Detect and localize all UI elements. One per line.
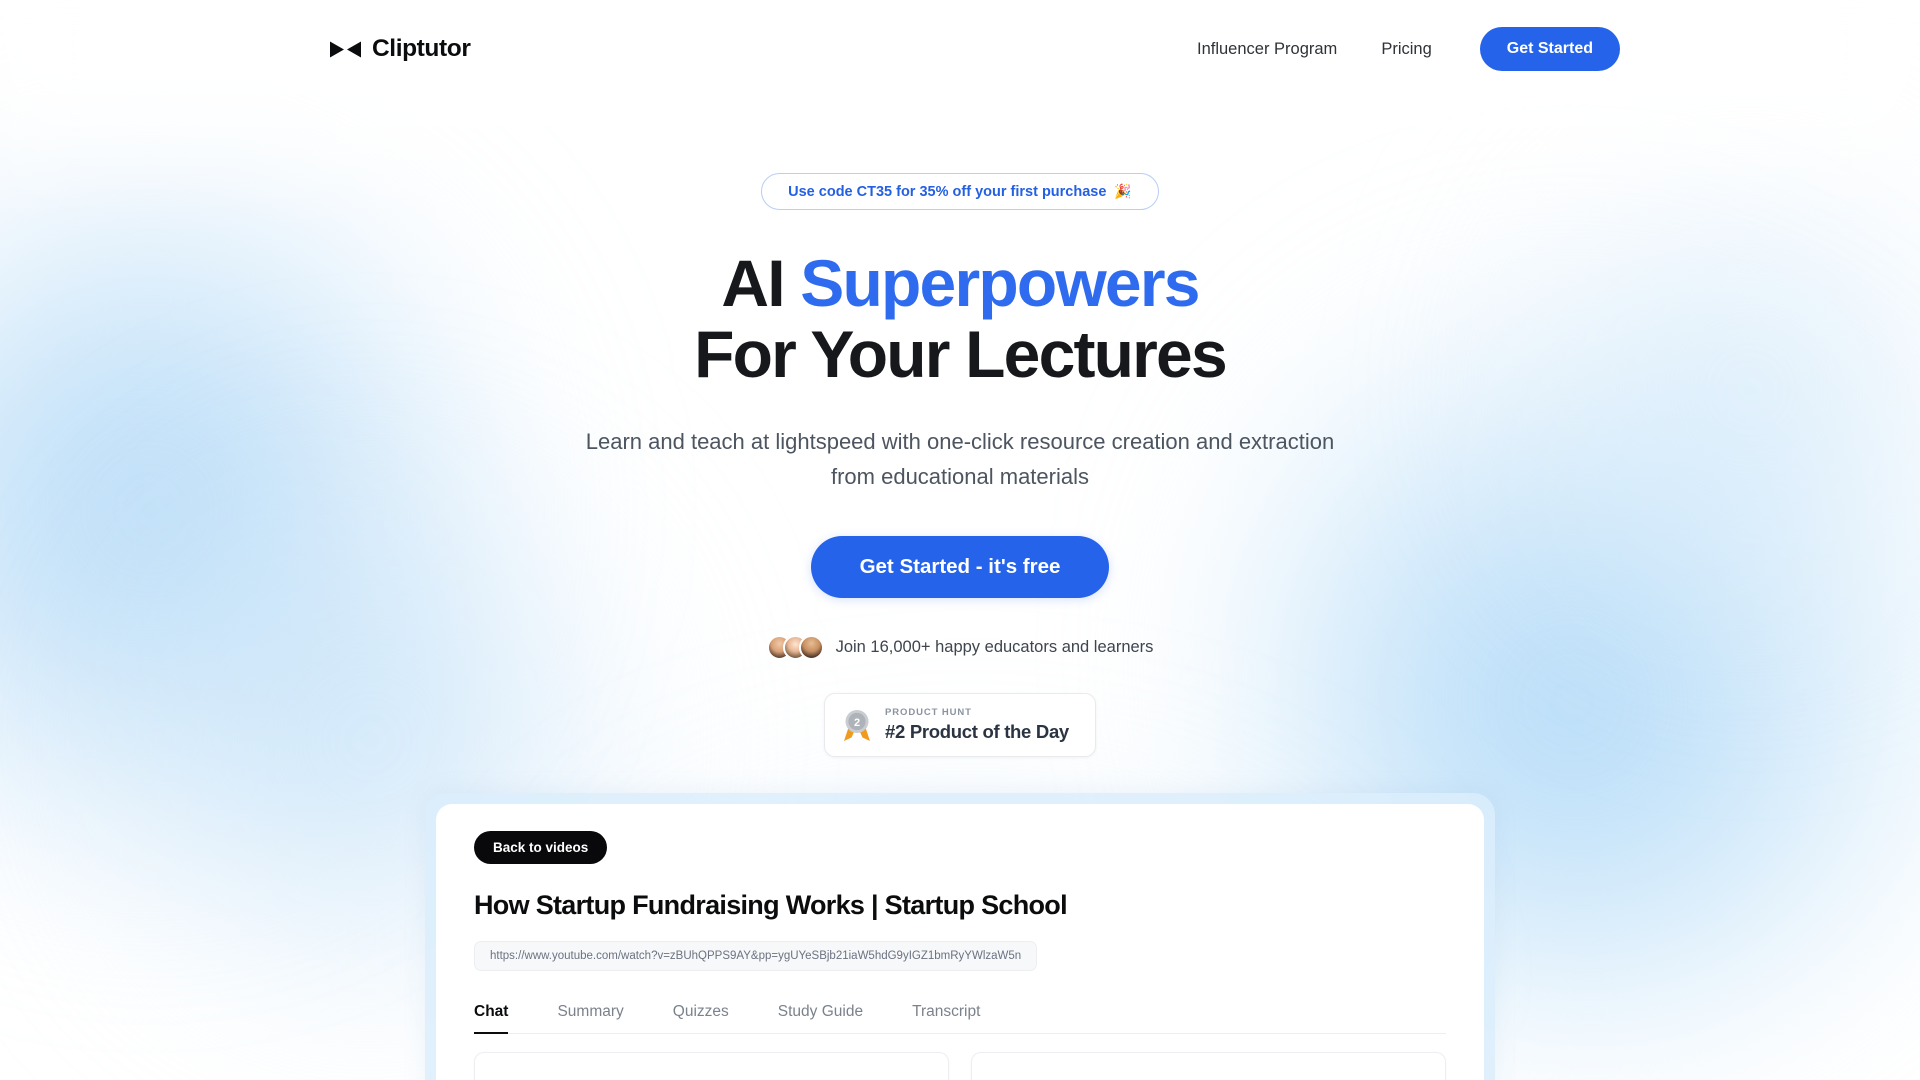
tab-summary[interactable]: Summary (557, 1003, 623, 1034)
avatar (798, 635, 824, 661)
product-hunt-text: PRODUCT HUNT #2 Product of the Day (885, 707, 1069, 743)
product-hunt-badge[interactable]: 2 PRODUCT HUNT #2 Product of the Day (824, 693, 1096, 758)
social-proof-text: Join 16,000+ happy educators and learner… (835, 638, 1154, 657)
tab-transcript[interactable]: Transcript (912, 1003, 980, 1034)
chat-panel-left[interactable] (474, 1052, 949, 1080)
headline-line1-plain: AI (721, 246, 801, 320)
headline-line1-accent: Superpowers (800, 246, 1200, 320)
hero-subheadline: Learn and teach at lightspeed with one-c… (585, 429, 1335, 489)
page-title: AI Superpowers For Your Lectures (694, 246, 1228, 391)
tab-chat[interactable]: Chat (474, 1003, 509, 1034)
preview-content-panels (474, 1052, 1446, 1080)
headline-line2: For Your Lectures (694, 316, 1228, 391)
app-preview-frame: Back to videos How Startup Fundraising W… (425, 793, 1495, 1080)
product-hunt-kicker: PRODUCT HUNT (885, 707, 972, 719)
landing-page: Cliptutor Influencer Program Pricing Get… (0, 0, 1920, 1080)
hero-section: Use code CT35 for 35% off your first pur… (0, 0, 1920, 758)
chat-panel-right[interactable] (971, 1052, 1446, 1080)
svg-text:2: 2 (854, 717, 860, 729)
silver-medal-icon: 2 (842, 708, 872, 742)
video-title: How Startup Fundraising Works | Startup … (474, 890, 1068, 920)
hero-get-started-button[interactable]: Get Started - it's free (810, 536, 1110, 599)
video-url-field[interactable]: https://www.youtube.com/watch?v=zBUhQPPS… (474, 941, 1038, 971)
product-hunt-title: #2 Product of the Day (885, 721, 1069, 743)
app-preview-card: Back to videos How Startup Fundraising W… (436, 804, 1484, 1080)
promo-code-text: Use code CT35 for 35% off your first pur… (788, 183, 1107, 200)
social-proof: Join 16,000+ happy educators and learner… (766, 635, 1154, 661)
back-to-videos-button[interactable]: Back to videos (474, 831, 608, 864)
tab-quizzes[interactable]: Quizzes (673, 1003, 729, 1034)
party-popper-icon: 🎉 (1114, 183, 1132, 199)
tab-study-guide[interactable]: Study Guide (778, 1003, 863, 1034)
promo-code-banner[interactable]: Use code CT35 for 35% off your first pur… (761, 173, 1159, 210)
avatar-group (766, 635, 824, 661)
preview-tabs: Chat Summary Quizzes Study Guide Transcr… (474, 1003, 1446, 1034)
